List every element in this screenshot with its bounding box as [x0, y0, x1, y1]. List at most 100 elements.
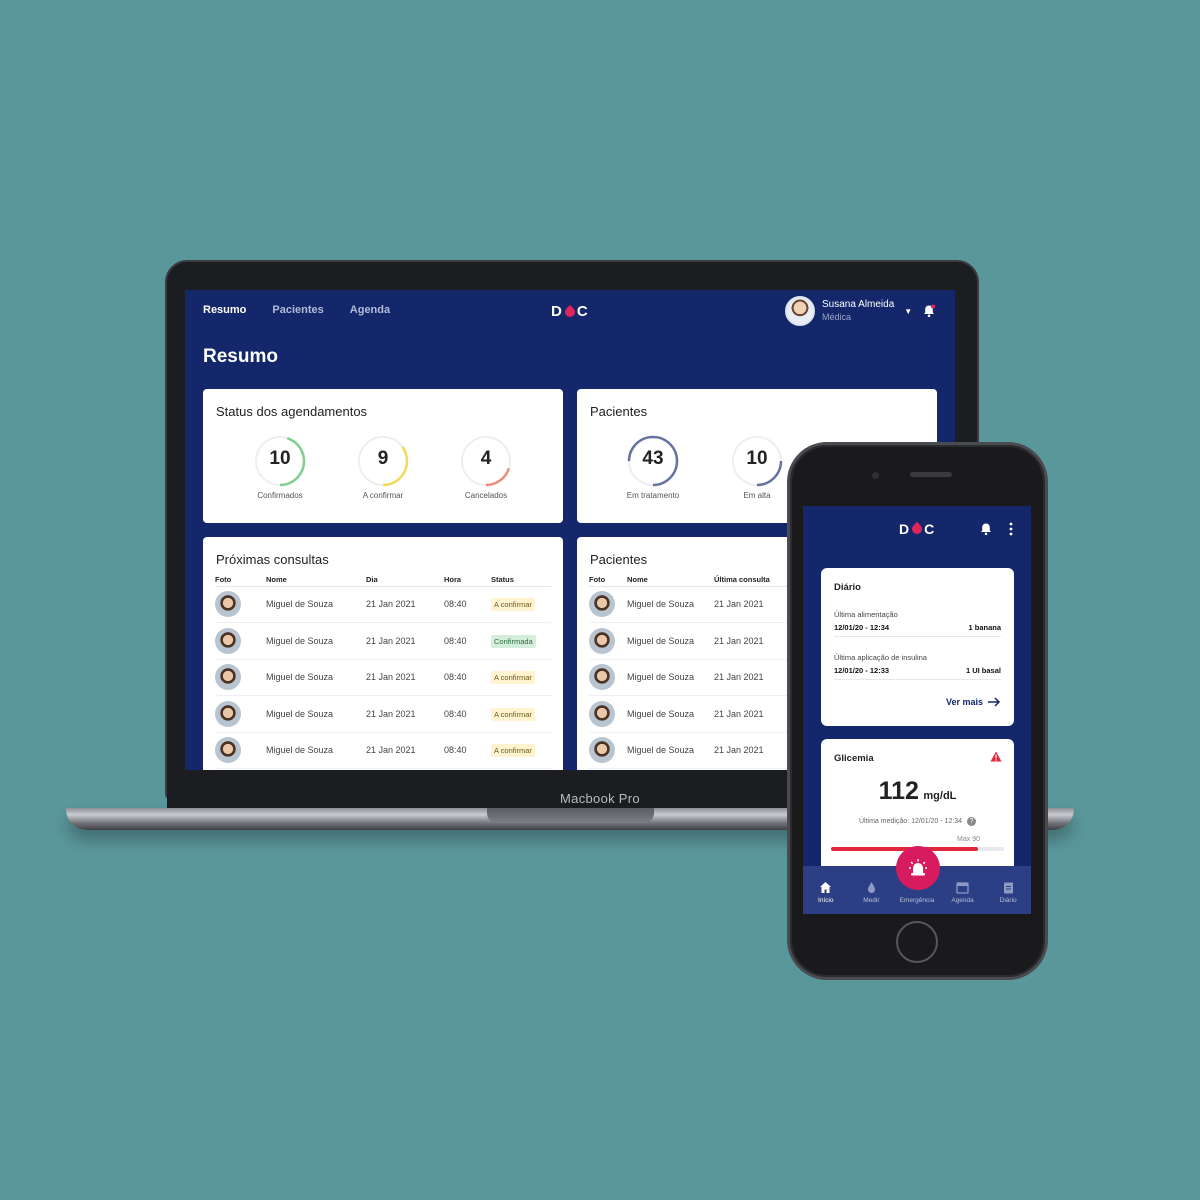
- tab-inicio[interactable]: Início: [806, 881, 846, 904]
- tab-label: Agenda: [951, 897, 974, 904]
- ring-label: Em tratamento: [626, 491, 680, 500]
- glucose-unit: mg/dL: [923, 790, 957, 802]
- table-row[interactable]: Miguel de Souza 21 Jan 2021 08:40 A conf…: [215, 586, 551, 623]
- card-title: Diário: [834, 582, 861, 593]
- card-title: Status dos agendamentos: [216, 404, 368, 419]
- card-title: Pacientes: [590, 404, 648, 419]
- status-badge: Confirmada: [491, 634, 536, 648]
- column-header: Foto: [215, 573, 266, 587]
- chevron-down-icon[interactable]: ▼: [904, 307, 912, 316]
- column-header: Dia: [366, 573, 444, 587]
- column-header: Hora: [444, 573, 491, 587]
- table-row[interactable]: Miguel de Souza 21 Jan 2021 08:40 A conf…: [215, 695, 551, 733]
- nav-resumo[interactable]: Resumo: [203, 304, 246, 316]
- table-row[interactable]: Miguel de Souza 21 Jan 2021: [589, 732, 789, 769]
- ring-value: 43: [642, 448, 664, 469]
- patient-name: Miguel de Souza: [627, 732, 714, 769]
- ring-label: A confirmar: [362, 491, 404, 500]
- page-title: Resumo: [203, 346, 278, 367]
- phone-speaker: [910, 472, 952, 477]
- avatar: [589, 627, 615, 654]
- last-measurement: Última medição: 12/01/20 - 12:34 ?: [821, 817, 1014, 826]
- card-title: Pacientes: [590, 552, 648, 567]
- column-header: Status: [491, 573, 551, 587]
- appointment-day: 21 Jan 2021: [366, 622, 444, 660]
- logo-letter-d: D: [899, 521, 911, 537]
- home-button[interactable]: [896, 921, 938, 963]
- emergency-button[interactable]: [896, 846, 940, 890]
- ring-value: 10: [746, 448, 768, 469]
- patient-name: Miguel de Souza: [266, 732, 366, 769]
- help-icon[interactable]: ?: [967, 817, 977, 826]
- patient-name: Miguel de Souza: [266, 659, 366, 696]
- user-name: Susana Almeida: [822, 299, 895, 310]
- blood-drop-icon: [910, 521, 925, 537]
- user-menu[interactable]: Susana Almeida Médica ▼: [785, 296, 912, 326]
- ring-in-treatment[interactable]: 43 Em tratamento: [618, 434, 688, 500]
- ring-cancelled[interactable]: 4 Cancelados: [451, 434, 521, 500]
- table-row[interactable]: Miguel de Souza 21 Jan 2021 08:40 A conf…: [215, 659, 551, 696]
- tab-diario[interactable]: Diário: [988, 881, 1028, 904]
- nav-agenda[interactable]: Agenda: [350, 304, 390, 316]
- tab-agenda[interactable]: Agenda: [943, 881, 983, 904]
- max-label: Max 90: [957, 836, 980, 843]
- drop-icon: [867, 882, 875, 893]
- appointment-day: 21 Jan 2021: [366, 659, 444, 696]
- table-row[interactable]: Miguel de Souza 21 Jan 2021: [589, 622, 789, 660]
- notification-bell-icon[interactable]: [979, 522, 993, 536]
- avatar: [589, 591, 615, 618]
- ring-to-confirm[interactable]: 9 A confirmar: [348, 434, 418, 500]
- warning-icon[interactable]: [990, 751, 1002, 762]
- table-row[interactable]: Miguel de Souza 21 Jan 2021: [589, 695, 789, 733]
- column-header: Foto: [589, 573, 627, 587]
- ring-label: Confirmados: [257, 491, 303, 500]
- home-icon: [820, 882, 832, 893]
- meal-time: 12/01/20 - 12:34: [834, 623, 890, 632]
- patient-name: Miguel de Souza: [627, 586, 714, 623]
- status-badge: A confirmar: [491, 671, 535, 685]
- tab-label: Início: [818, 897, 834, 904]
- status-badge: A confirmar: [491, 744, 535, 758]
- app-logo[interactable]: D C: [551, 303, 589, 320]
- avatar: [215, 627, 241, 654]
- appointments-status-card: Status dos agendamentos 10 Confirmados 9…: [203, 389, 563, 523]
- notification-bell-icon[interactable]: [922, 304, 936, 318]
- nav-pacientes[interactable]: Pacientes: [272, 304, 323, 316]
- see-more-link[interactable]: Ver mais: [946, 697, 1001, 707]
- see-more-label: Ver mais: [945, 697, 983, 707]
- more-vertical-icon[interactable]: [1009, 522, 1013, 541]
- meal-label: Última alimentação: [834, 610, 898, 619]
- ring-confirmed[interactable]: 10 Confirmados: [245, 434, 315, 500]
- ring-label: Cancelados: [464, 491, 508, 500]
- table-row[interactable]: Miguel de Souza 21 Jan 2021: [589, 659, 789, 696]
- table-row[interactable]: Miguel de Souza 21 Jan 2021 08:40 Confir…: [215, 622, 551, 660]
- table-row[interactable]: Miguel de Souza 21 Jan 2021: [589, 586, 789, 623]
- glucose-reading: 112 mg/dL: [821, 777, 1014, 806]
- last-visit: 21 Jan 2021: [714, 586, 789, 623]
- logo-letter-c: C: [576, 303, 589, 320]
- tab-label: Medir: [863, 897, 880, 904]
- patient-name: Miguel de Souza: [266, 695, 366, 733]
- ring-discharged[interactable]: 10 Em alta: [722, 434, 792, 500]
- ring-value: 4: [480, 448, 492, 469]
- patient-name: Miguel de Souza: [627, 659, 714, 696]
- user-role: Médica: [822, 312, 852, 322]
- insulin-time: 12/01/20 - 12:33: [834, 666, 890, 675]
- avatar: [215, 591, 241, 618]
- avatar: [785, 296, 815, 326]
- last-visit: 21 Jan 2021: [714, 659, 789, 696]
- calendar-icon: [956, 882, 969, 894]
- patient-name: Miguel de Souza: [266, 586, 366, 623]
- user-info: Susana Almeida Médica: [822, 299, 894, 323]
- tab-label: Diário: [999, 897, 1017, 904]
- laptop-notch: [487, 808, 654, 823]
- last-insulin: Última aplicação de insulina 12/01/20 - …: [834, 653, 1001, 680]
- table-row[interactable]: Miguel de Souza 21 Jan 2021 08:40 A conf…: [215, 732, 551, 769]
- appointment-time: 08:40: [444, 695, 491, 733]
- appointment-day: 21 Jan 2021: [366, 695, 444, 733]
- ring-label: Em alta: [743, 491, 771, 500]
- top-nav: Resumo Pacientes Agenda: [203, 304, 390, 316]
- tab-medir[interactable]: Medir: [851, 881, 891, 904]
- app-logo[interactable]: D C: [899, 521, 935, 537]
- card-title: Próximas consultas: [216, 552, 329, 567]
